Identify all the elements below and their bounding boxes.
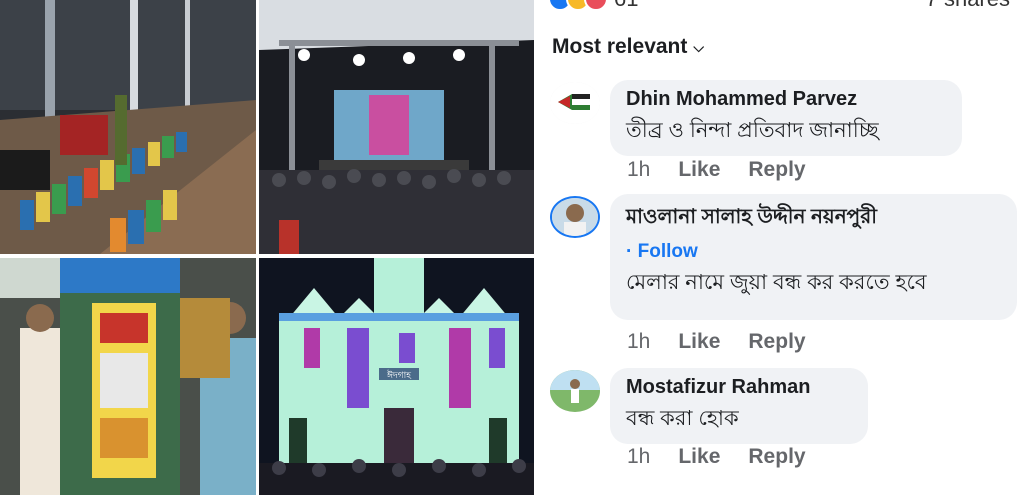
- like-button[interactable]: Like: [678, 330, 720, 354]
- photo-illuminated-gate[interactable]: ঈদগাহ: [259, 258, 534, 495]
- reply-button[interactable]: Reply: [748, 445, 805, 469]
- comment-text: বন্ধ করা হোক: [626, 407, 739, 430]
- sort-label: Most relevant: [552, 35, 688, 58]
- like-button[interactable]: Like: [678, 158, 720, 182]
- reply-button[interactable]: Reply: [748, 158, 805, 182]
- follow-button[interactable]: · Follow: [626, 241, 1001, 263]
- comment-author[interactable]: Mostafizur Rahman: [626, 376, 852, 399]
- post-stats-bar: 61 7 shares: [548, 0, 1018, 12]
- comment-author[interactable]: Dhin Mohammed Parvez: [626, 88, 946, 111]
- reaction-count: 61: [614, 0, 638, 12]
- like-button[interactable]: Like: [678, 445, 720, 469]
- comment-author[interactable]: মাওলানা সালাহ উদ্দীন নয়নপুরী: [626, 202, 1001, 235]
- chevron-down-icon: ⌵: [693, 38, 704, 55]
- avatar[interactable]: [550, 82, 600, 124]
- photo-fair-poster[interactable]: [0, 258, 256, 495]
- comment-bubble: Mostafizur Rahman বন্ধ করা হোক: [610, 368, 868, 444]
- comment-bubble: Dhin Mohammed Parvez তীব্র ও নিন্দা প্রত…: [610, 80, 962, 156]
- comment-text: তীব্র ও নিন্দা প্রতিবাদ জানাচ্ছি: [626, 119, 879, 142]
- comment-time[interactable]: 1h: [627, 330, 650, 354]
- comments-panel: 61 7 shares Most relevant ⌵ Dhin Mohamme…: [540, 0, 1024, 495]
- photo-stage-crowd[interactable]: [259, 0, 534, 254]
- post-photo-grid: ঈদগাহ: [0, 0, 538, 495]
- photo-fairground-barrels[interactable]: [0, 0, 256, 254]
- comment-actions: 1h Like Reply: [627, 158, 806, 182]
- comment-time[interactable]: 1h: [627, 445, 650, 469]
- love-reaction-icon: [584, 0, 608, 11]
- avatar[interactable]: [550, 370, 600, 412]
- gate-sign-text: ঈদগাহ: [386, 370, 412, 381]
- comment-actions: 1h Like Reply: [627, 445, 806, 469]
- comment-time[interactable]: 1h: [627, 158, 650, 182]
- reply-button[interactable]: Reply: [748, 330, 805, 354]
- comment-text: মেলার নামে জুয়া বন্ধ কর করতে হবে: [626, 271, 927, 294]
- avatar[interactable]: [550, 196, 600, 238]
- comment-sort-dropdown[interactable]: Most relevant ⌵: [552, 35, 704, 59]
- reactions-summary[interactable]: 61: [548, 0, 638, 12]
- comment-actions: 1h Like Reply: [627, 330, 806, 354]
- shares-count[interactable]: 7 shares: [926, 0, 1010, 12]
- comment-bubble: মাওলানা সালাহ উদ্দীন নয়নপুরী · Follow ম…: [610, 194, 1017, 320]
